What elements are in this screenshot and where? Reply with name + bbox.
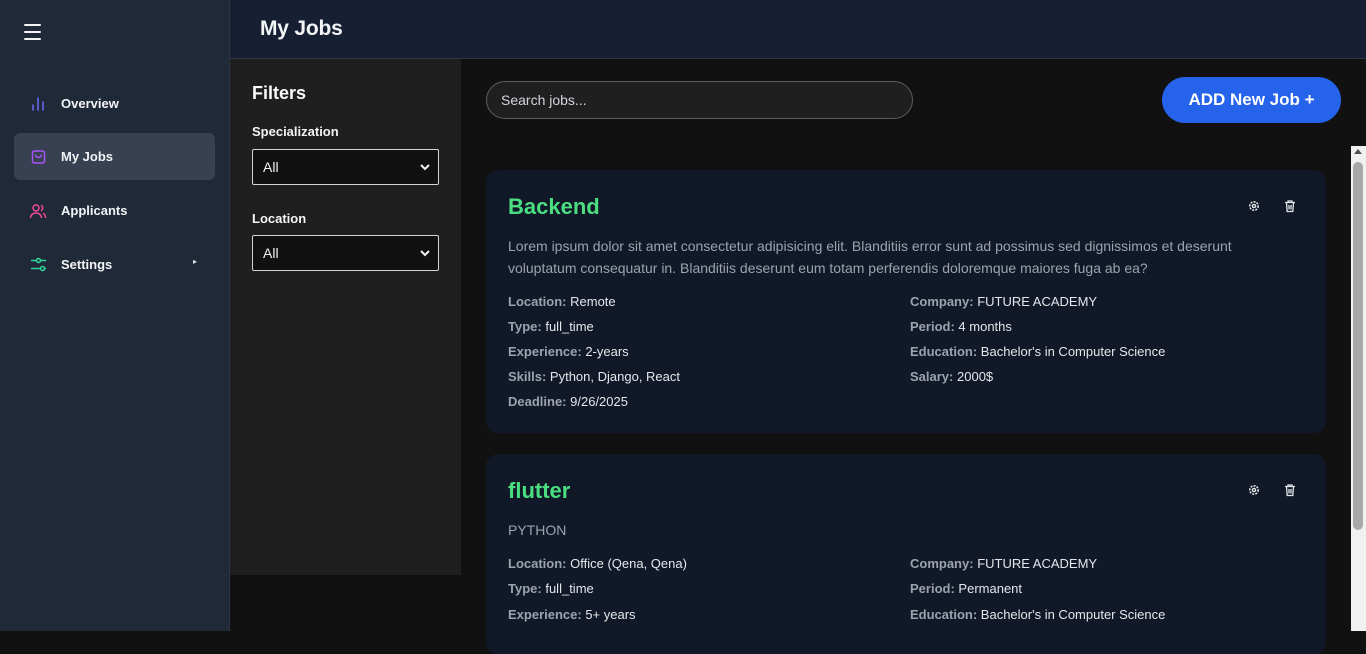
users-icon bbox=[29, 202, 47, 220]
page-header: My Jobs bbox=[230, 0, 1366, 59]
job-salary: Salary: 2000$ bbox=[910, 369, 994, 384]
job-location: Location: Office (Qena, Qena) bbox=[508, 556, 687, 571]
filters-panel: Filters Specialization All Location All bbox=[230, 59, 461, 575]
job-education: Education: Bachelor's in Computer Scienc… bbox=[910, 607, 1166, 622]
sidebar-item-label: Applicants bbox=[61, 203, 128, 218]
menu-icon[interactable] bbox=[24, 24, 41, 40]
gear-icon[interactable] bbox=[1246, 482, 1262, 498]
sidebar-item-overview[interactable]: Overview bbox=[14, 80, 215, 127]
job-card: flutter PYTHON Location: Office (Qena, Q… bbox=[486, 454, 1326, 654]
page-title: My Jobs bbox=[260, 17, 343, 40]
job-company: Company: FUTURE ACADEMY bbox=[910, 294, 1098, 309]
specialization-label: Specialization bbox=[252, 124, 339, 139]
job-company: Company: FUTURE ACADEMY bbox=[910, 556, 1098, 571]
filters-title: Filters bbox=[252, 83, 307, 103]
job-skills: Skills: Python, Django, React bbox=[508, 369, 680, 384]
caret-right-icon: ▸ bbox=[192, 257, 197, 266]
sidebar-item-label: Overview bbox=[61, 96, 119, 111]
job-description: Lorem ipsum dolor sit amet consectetur a… bbox=[508, 238, 1232, 276]
job-title: Backend bbox=[508, 194, 600, 219]
sidebar-item-applicants[interactable]: Applicants bbox=[14, 187, 215, 234]
job-location: Location: Remote bbox=[508, 294, 616, 309]
shopping-bag-icon bbox=[29, 148, 47, 166]
job-card: Backend Lorem ipsum dolor sit amet conse… bbox=[486, 170, 1326, 433]
scrollbar-thumb[interactable] bbox=[1353, 162, 1363, 530]
job-deadline: Deadline: 9/26/2025 bbox=[508, 394, 628, 409]
sliders-icon bbox=[29, 256, 47, 274]
job-title: flutter bbox=[508, 478, 571, 503]
chevron-down-icon bbox=[418, 246, 432, 260]
location-select[interactable]: All bbox=[252, 235, 439, 271]
specialization-value: All bbox=[263, 159, 279, 175]
scrollbar[interactable] bbox=[1351, 146, 1366, 631]
job-period: Period: Permanent bbox=[910, 581, 1023, 596]
location-value: All bbox=[263, 245, 279, 261]
sidebar-item-label: Settings bbox=[61, 257, 113, 272]
job-education: Education: Bachelor's in Computer Scienc… bbox=[910, 344, 1166, 359]
job-experience: Experience: 2-years bbox=[508, 344, 629, 359]
job-description: PYTHON bbox=[508, 522, 567, 538]
scroll-up-icon[interactable] bbox=[1354, 149, 1362, 154]
trash-icon[interactable] bbox=[1282, 198, 1298, 214]
trash-icon[interactable] bbox=[1282, 482, 1298, 498]
sidebar: Overview My Jobs Applicants Settings ▸ bbox=[0, 0, 230, 631]
location-label: Location bbox=[252, 211, 307, 226]
chevron-down-icon bbox=[418, 160, 432, 174]
job-experience: Experience: 5+ years bbox=[508, 607, 636, 622]
bar-chart-icon bbox=[29, 95, 47, 113]
job-type: Type: full_time bbox=[508, 581, 594, 596]
sidebar-item-settings[interactable]: Settings ▸ bbox=[14, 241, 215, 288]
job-type: Type: full_time bbox=[508, 319, 594, 334]
sidebar-item-my-jobs[interactable]: My Jobs bbox=[14, 133, 215, 180]
job-period: Period: 4 months bbox=[910, 319, 1012, 334]
gear-icon[interactable] bbox=[1246, 198, 1262, 214]
specialization-select[interactable]: All bbox=[252, 149, 439, 185]
sidebar-item-label: My Jobs bbox=[61, 149, 114, 164]
search-input[interactable] bbox=[486, 81, 913, 119]
add-new-job-button[interactable]: ADD New Job + bbox=[1162, 77, 1341, 123]
